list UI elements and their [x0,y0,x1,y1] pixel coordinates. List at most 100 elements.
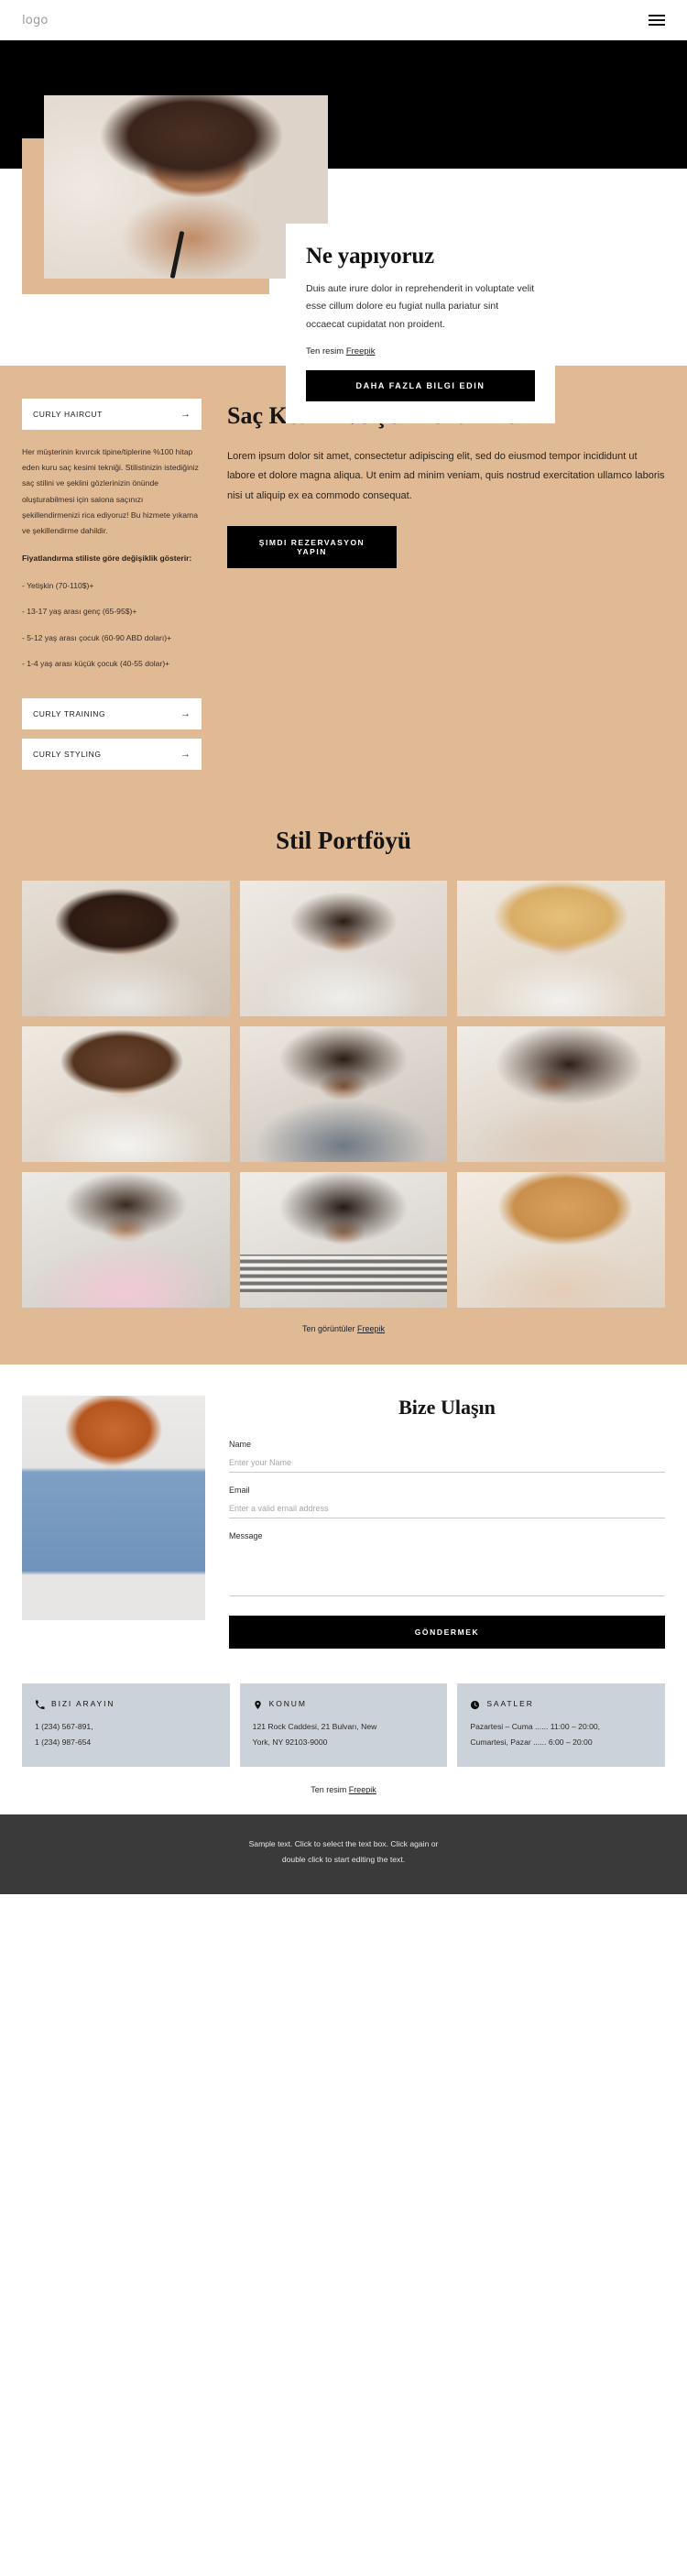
site-header: logo [0,0,687,40]
accordion-label: CURLY HAIRCUT [33,410,103,419]
burger-line-3 [649,24,665,26]
name-input[interactable] [229,1455,665,1474]
gallery-image [457,881,665,1017]
contact-form-column: Bize Ulaşın Name Email Message GÖNDERMEK [229,1396,665,1650]
email-input[interactable] [229,1501,665,1519]
info-card-line: Pazartesi – Cuma ...... 11:00 – 20:00, [470,1722,601,1732]
clock-icon [470,1698,480,1710]
portfolio-section: Stil Portföyü Ten görüntüler Freepik [0,819,687,1365]
bottom-credit: Ten resim Freepik [0,1767,687,1815]
info-card-line: 121 Rock Caddesi, 21 Bulvarı, New [252,1722,377,1732]
info-card-line: Cumartesi, Pazar ...... 6:00 – 20:00 [470,1737,593,1748]
gallery-image [22,881,230,1017]
services-text-column: Saç Kesimi ve Şekillendirme Lorem ipsum … [227,399,665,568]
services-grid: CURLY HAIRCUT → Her müşterinin kıvırcık … [22,399,665,779]
info-card-hours: SAATLER Pazartesi – Cuma ...... 11:00 – … [457,1683,666,1768]
accordion-item-curly-styling[interactable]: CURLY STYLING → [22,739,202,771]
gallery-photo-7[interactable] [22,1172,230,1309]
arrow-right-icon: → [180,708,191,720]
pricing-line: - 13-17 yaş arası genç (65-95$)+ [22,607,137,617]
gallery-photo-1[interactable] [22,881,230,1017]
accordion-item-curly-haircut[interactable]: CURLY HAIRCUT → [22,399,202,430]
gallery-image [22,1172,230,1309]
info-card-title: SAATLER [486,1698,534,1708]
send-button[interactable]: GÖNDERMEK [229,1616,665,1650]
hero-credit-prefix: Ten resim [306,346,346,357]
arrow-right-icon: → [180,749,191,761]
info-card-header: KONUM [253,1698,435,1710]
info-cards-row: BIZI ARAYIN 1 (234) 567-891, 1 (234) 987… [0,1667,687,1768]
contact-grid: Bize Ulaşın Name Email Message GÖNDERMEK [22,1396,665,1650]
name-label: Name [229,1440,252,1450]
hero-info-card: Ne yapıyoruz Duis aute irure dolor in re… [286,224,555,424]
gallery-image [457,1172,665,1309]
accordion-label: CURLY TRAINING [33,709,106,719]
site-footer: Sample text. Click to select the text bo… [0,1814,687,1895]
info-card-title: KONUM [268,1698,307,1708]
contact-section: Bize Ulaşın Name Email Message GÖNDERMEK [0,1365,687,1668]
info-card-call-us: BIZI ARAYIN 1 (234) 567-891, 1 (234) 987… [22,1683,230,1768]
gallery-image [239,1026,448,1163]
footer-line-2: double click to start editing the text. [281,1854,406,1864]
hero-card-title: Ne yapıyoruz [306,244,434,269]
hero-credit-link[interactable]: Freepik [346,346,376,356]
gallery-image [239,881,448,1017]
pricing-line: - 5-12 yaş arası çocuk (60-90 ABD doları… [22,632,172,642]
accordion-item-curly-training[interactable]: CURLY TRAINING → [22,698,202,730]
message-input[interactable] [229,1545,665,1597]
gallery-credit-link[interactable]: Freepik [357,1324,385,1333]
accordion-spacer [22,684,202,698]
info-card-title: BIZI ARAYIN [51,1698,115,1708]
message-field-group: Message [229,1531,665,1601]
hamburger-menu-icon[interactable] [649,15,665,26]
gallery-photo-6[interactable] [457,1026,665,1163]
name-field-group: Name [229,1440,665,1474]
hero-credit: Ten resim Freepik [306,346,535,356]
hero-section: Ne yapıyoruz Duis aute irure dolor in re… [0,40,687,424]
message-label: Message [229,1531,263,1541]
gallery-image [239,1172,448,1309]
info-card-location: KONUM 121 Rock Caddesi, 21 Bulvarı, New … [239,1683,448,1768]
services-body: Lorem ipsum dolor sit amet, consectetur … [227,450,665,501]
gallery-photo-5[interactable] [239,1026,448,1163]
pricing-line: - 1-4 yaş arası küçük çocuk (40-55 dolar… [22,659,170,669]
services-accordion-column: CURLY HAIRCUT → Her müşterinin kıvırcık … [22,399,202,779]
portfolio-title: Stil Portföyü [276,827,411,855]
gallery-photo-3[interactable] [457,881,665,1017]
footer-line-1: Sample text. Click to select the text bo… [248,1839,439,1849]
info-card-header: BIZI ARAYIN [35,1698,217,1710]
email-label: Email [229,1485,250,1496]
gallery-photo-8[interactable] [239,1172,448,1309]
email-field-group: Email [229,1485,665,1519]
bottom-credit-link[interactable]: Freepik [349,1785,376,1794]
accordion-label: CURLY STYLING [33,750,102,760]
hero-card-body: Duis aute irure dolor in reprehenderit i… [306,283,535,330]
info-card-line: 1 (234) 987-654 [35,1737,92,1748]
info-card-header: SAATLER [470,1698,652,1710]
contact-title: Bize Ulaşın [398,1396,496,1420]
book-now-button[interactable]: ŞIMDI REZERVASYON YAPIN [227,525,397,568]
location-pin-icon [253,1698,263,1710]
burger-line-2 [649,19,665,21]
portfolio-gallery [0,881,687,1309]
gallery-photo-9[interactable] [457,1172,665,1309]
contact-photo [22,1396,205,1621]
services-section: CURLY HAIRCUT → Her müşterinin kıvırcık … [0,366,687,820]
logo[interactable]: logo [22,14,49,27]
gallery-image [22,1026,230,1163]
gallery-photo-2[interactable] [239,881,448,1017]
pricing-heading: Fiyatlandırma stiliste göre değişiklik g… [22,554,192,564]
info-card-line: 1 (234) 567-891, [35,1722,93,1732]
gallery-credit-prefix: Ten görüntüler [301,1324,358,1334]
burger-line-1 [649,15,665,16]
gallery-photo-4[interactable] [22,1026,230,1163]
gallery-credit: Ten görüntüler Freepik [0,1324,687,1333]
arrow-right-icon: → [180,409,191,420]
bottom-credit-prefix: Ten resim [311,1785,349,1795]
info-card-line: York, NY 92103-9000 [252,1737,328,1748]
phone-icon [35,1698,45,1710]
learn-more-button[interactable]: DAHA FAZLA BILGI EDIN [306,370,535,402]
gallery-image [457,1026,665,1163]
pricing-line: - Yetişkin (70-110$)+ [22,580,94,590]
accordion-panel-body: Her müşterinin kıvırcık tipine/tiplerine… [22,447,199,535]
